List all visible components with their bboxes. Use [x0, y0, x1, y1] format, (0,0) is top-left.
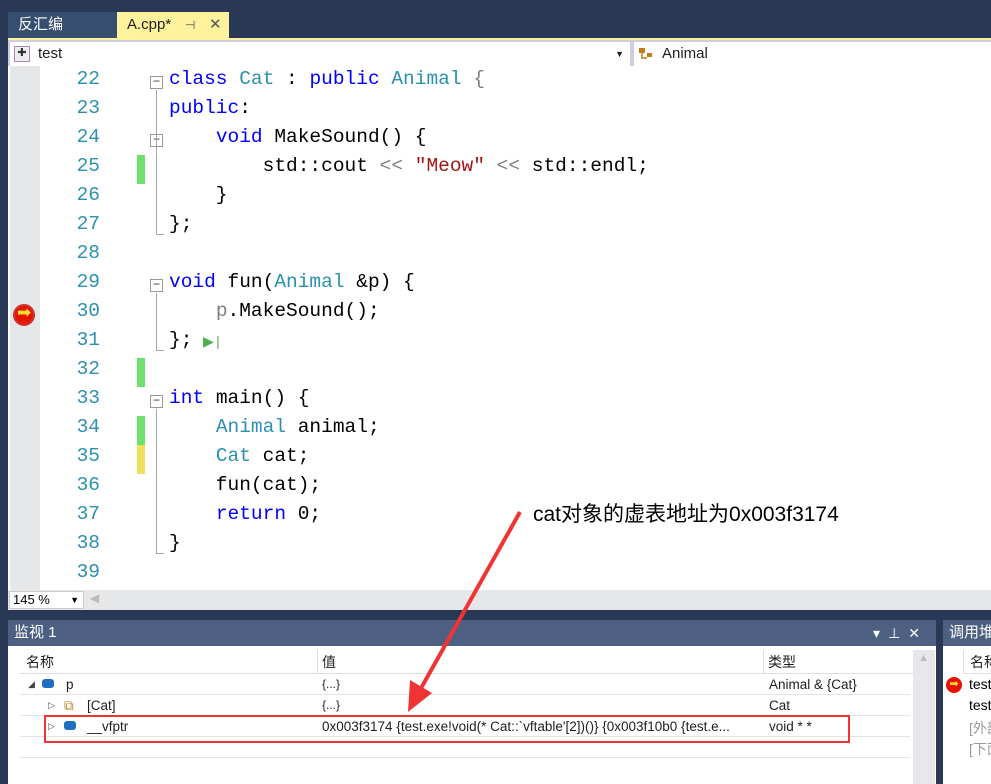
- arrow-head: [408, 680, 432, 712]
- arrow-shaft: [418, 511, 522, 691]
- annotation-arrow: [408, 511, 522, 712]
- annotation-text: cat对象的虚表地址为0x003f3174: [533, 503, 839, 526]
